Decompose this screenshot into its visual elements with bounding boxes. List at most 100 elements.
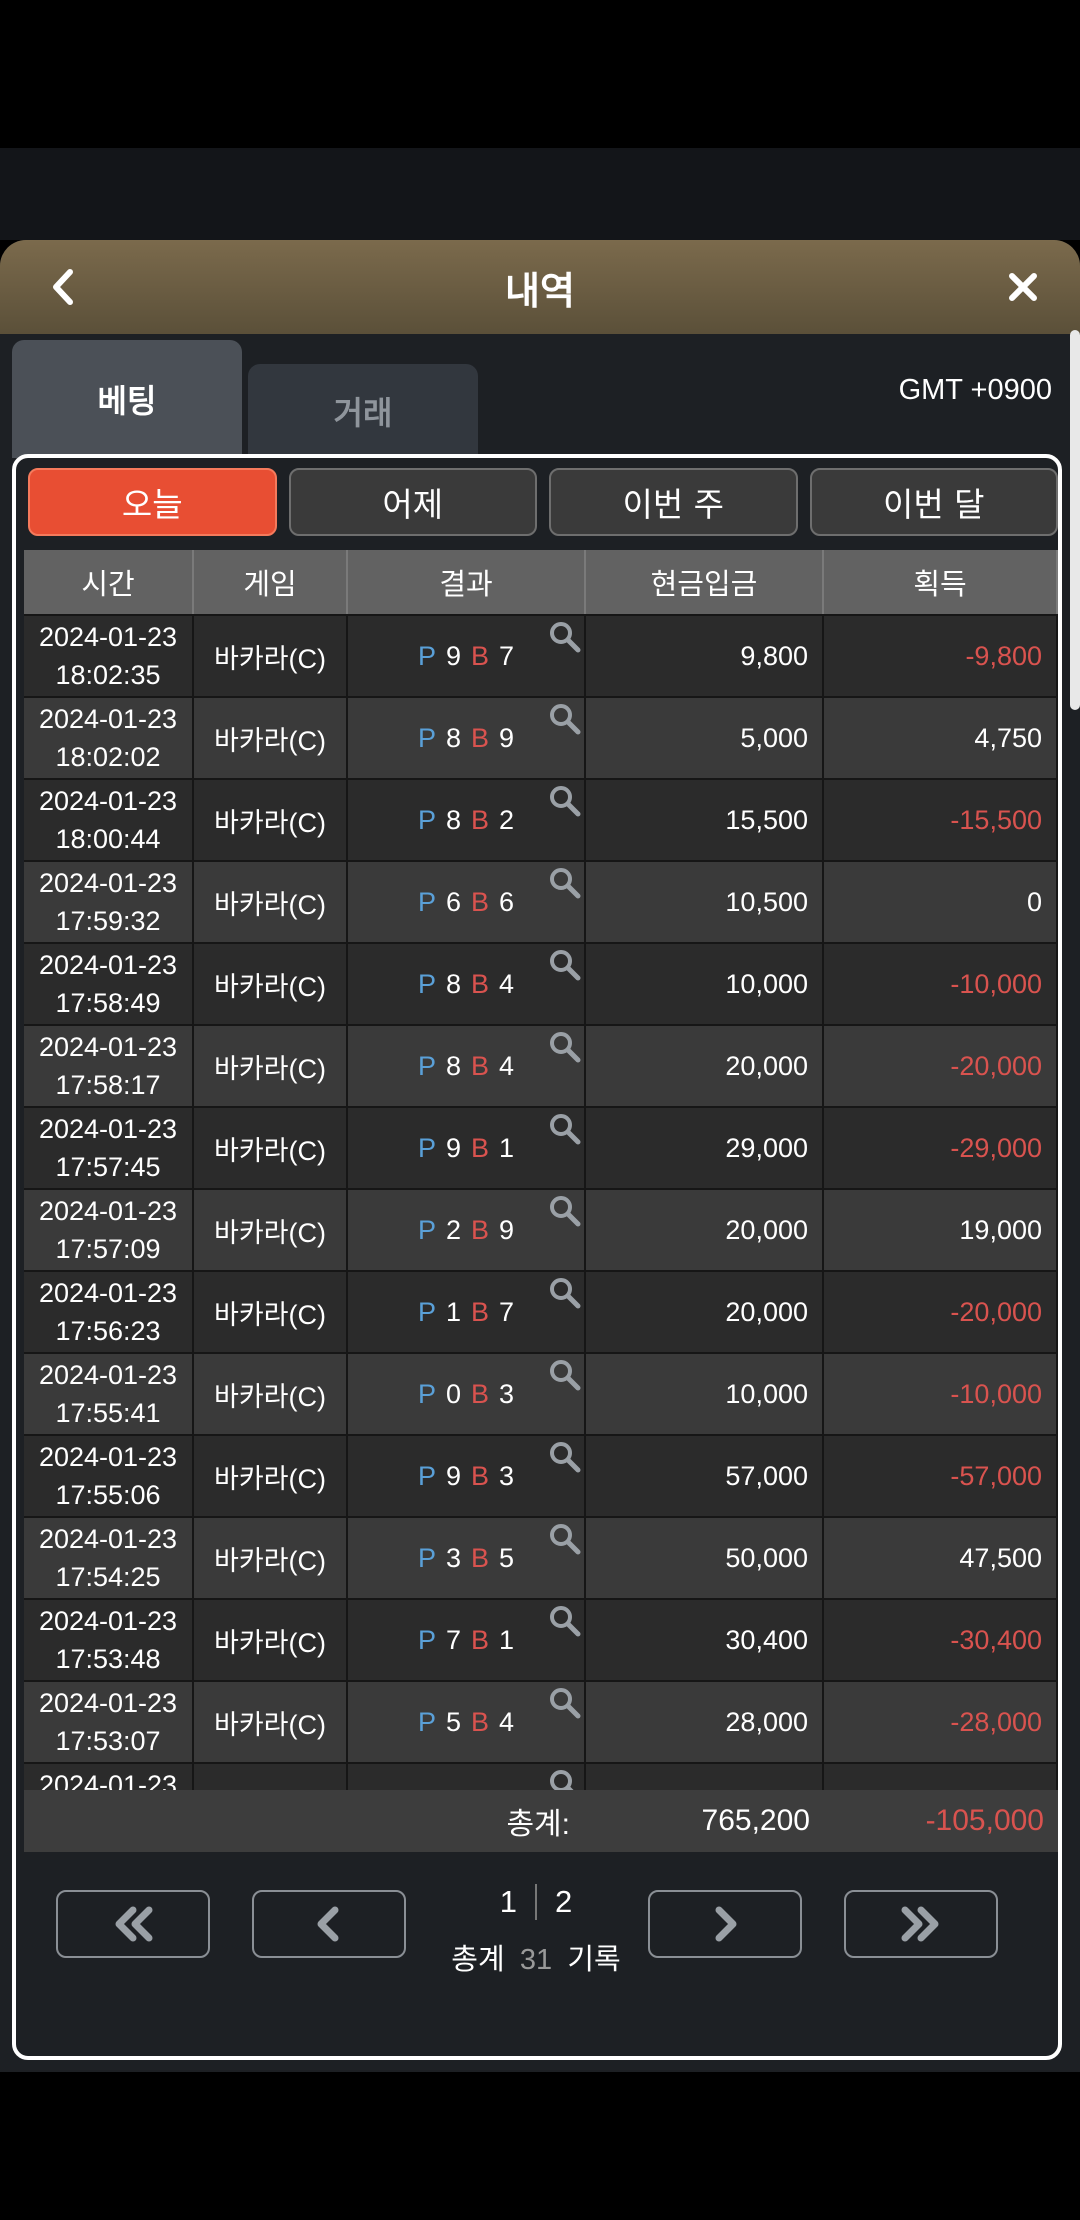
table-row[interactable]: 2024-01-23 17:56:23 바카라(C) P 1 B 7 20,000 -20,00… (24, 1270, 1058, 1352)
period-this-month-button[interactable]: 이번 달 (809, 468, 1058, 536)
cell-winnings: -57,000 (824, 1436, 1058, 1516)
banker-score: 4 (499, 1706, 515, 1737)
table-row[interactable]: 2024-01-23 17:53:07 바카라(C) P 5 B 4 28,000 -28,00… (24, 1680, 1058, 1762)
record-count-prefix: 총계 (451, 1942, 505, 1976)
player-score: 8 (445, 804, 461, 835)
search-icon[interactable] (548, 1440, 582, 1474)
close-button[interactable] (996, 260, 1050, 314)
cell-deposit: 10,500 (586, 862, 824, 942)
totals-deposit: 765,200 (701, 1804, 810, 1837)
table-row[interactable]: 2024-01-23 17:58:49 바카라(C) P 8 B 4 10,000 -10,00… (24, 942, 1058, 1024)
cell-clock: 17:56:23 (55, 1316, 161, 1346)
search-icon[interactable] (548, 1276, 582, 1310)
cell-clock: 17:54:25 (55, 1562, 161, 1592)
player-score: 9 (445, 1132, 461, 1163)
cell-winnings: 4,750 (824, 698, 1058, 778)
table-row[interactable]: 2024-01-23 17:53:48 바카라(C) P 7 B 1 30,400 -30,40… (24, 1598, 1058, 1680)
cell-time: 2024-01-23 17:58:17 (24, 1026, 194, 1106)
cell-deposit: 20,000 (586, 1272, 824, 1352)
table-row[interactable]: 2024-01-23 17:57:09 바카라(C) P 2 B 9 20,000 19,000 (24, 1188, 1058, 1270)
table-row[interactable]: 2024-01-23 17:58:17 바카라(C) P 8 B 4 20,000 -20,00… (24, 1024, 1058, 1106)
double-chevron-right-icon (901, 1906, 939, 1942)
cell-date: 2024-01-23 (38, 950, 178, 980)
search-icon[interactable] (548, 866, 582, 900)
cell-deposit: 29,000 (586, 1108, 824, 1188)
table-row[interactable]: 2024-01-23 17:57:45 바카라(C) P 9 B 1 29,000 -29,00… (24, 1106, 1058, 1188)
cell-time: 2024-01-23 17:53:07 (24, 1682, 194, 1762)
period-today-button[interactable]: 오늘 (28, 468, 277, 536)
cell-deposit: 5,000 (586, 698, 824, 778)
page-2-link[interactable]: 2 (555, 1884, 572, 1920)
cell-result: P8B2 (348, 780, 586, 860)
double-chevron-left-icon (115, 1906, 153, 1942)
search-icon[interactable] (548, 1604, 582, 1638)
cell-result: P0B3 (348, 1354, 586, 1434)
cell-clock: 18:00:44 (55, 824, 161, 854)
cell-clock: 17:57:09 (55, 1234, 161, 1264)
previous-page-button[interactable] (252, 1890, 406, 1958)
banker-score: 7 (499, 1296, 515, 1327)
cell-date: 2024-01-23 (38, 1114, 178, 1144)
table-row[interactable]: 2024-01-23 17:55:06 바카라(C) P 9 B 3 57,000 -57,00… (24, 1434, 1058, 1516)
cell-time: 2024-01-23 17:55:06 (24, 1436, 194, 1516)
cell-game: 바카라(C) (194, 862, 348, 942)
column-header-result: 결과 (348, 550, 586, 614)
first-page-button[interactable] (56, 1890, 210, 1958)
banker-score: 4 (499, 968, 515, 999)
table-row[interactable]: 2024-01-23 18:00:44 바카라(C) P 8 B 2 15,500 -15,50… (24, 778, 1058, 860)
cell-time: 2024-01-23 18:02:35 (24, 616, 194, 696)
chevron-right-icon (715, 1906, 737, 1942)
close-icon (1009, 273, 1037, 301)
search-icon[interactable] (548, 784, 582, 818)
cell-date: 2024-01-23 (38, 622, 178, 652)
search-icon[interactable] (548, 1112, 582, 1146)
cell-time: 2024-01-23 17:54:25 (24, 1518, 194, 1598)
search-icon[interactable] (548, 702, 582, 736)
search-icon[interactable] (548, 1522, 582, 1556)
table-row[interactable]: 2024-01-23 17:54:25 바카라(C) P 3 B 5 50,000 47,500 (24, 1516, 1058, 1598)
cell-time: 2024-01-23 17:55:41 (24, 1354, 194, 1434)
search-icon[interactable] (548, 1686, 582, 1720)
cell-winnings: -10,000 (824, 1354, 1058, 1434)
period-yesterday-button[interactable]: 어제 (288, 468, 537, 536)
search-icon[interactable] (548, 620, 582, 654)
page-1-link[interactable]: 1 (500, 1884, 517, 1920)
last-page-button[interactable] (844, 1890, 998, 1958)
cell-time: 2024-01-23 17:59:32 (24, 862, 194, 942)
cell-game: 바카라(C) (194, 1682, 348, 1762)
page-separator (535, 1884, 537, 1920)
table-body[interactable]: 2024-01-23 18:02:35 바카라(C) P 9 B 7 9,800 -9,800 2… (24, 614, 1058, 1842)
cell-game: 바카라(C) (194, 1190, 348, 1270)
banker-score: 9 (499, 722, 515, 753)
cell-result: P5B4 (348, 1682, 586, 1762)
player-label: P (417, 1706, 436, 1737)
totals-row: 총계: 765,200 -105,000 (24, 1790, 1058, 1852)
player-label: P (417, 1542, 436, 1573)
next-page-button[interactable] (648, 1890, 802, 1958)
tab-betting[interactable]: 베팅 (12, 340, 242, 458)
tab-transaction[interactable]: 거래 (248, 364, 478, 458)
banker-score: 1 (499, 1132, 515, 1163)
cell-winnings: -20,000 (824, 1026, 1058, 1106)
player-score: 1 (445, 1296, 461, 1327)
search-icon[interactable] (548, 948, 582, 982)
page-numbers: 1 2 (456, 1884, 616, 1920)
table-row[interactable]: 2024-01-23 17:55:41 바카라(C) P 0 B 3 10,000 -10,00… (24, 1352, 1058, 1434)
back-button[interactable] (40, 260, 90, 314)
cell-deposit: 10,000 (586, 944, 824, 1024)
search-icon[interactable] (548, 1030, 582, 1064)
cell-result: P7B1 (348, 1600, 586, 1680)
banker-label: B (471, 886, 490, 917)
cell-winnings: 19,000 (824, 1190, 1058, 1270)
player-score: 6 (445, 886, 461, 917)
banker-label: B (471, 804, 490, 835)
table-row[interactable]: 2024-01-23 18:02:35 바카라(C) P 9 B 7 9,800 -9,800 (24, 614, 1058, 696)
table-row[interactable]: 2024-01-23 18:02:02 바카라(C) P 8 B 9 5,000 4,750 (24, 696, 1058, 778)
period-this-week-button[interactable]: 이번 주 (549, 468, 798, 536)
table-row[interactable]: 2024-01-23 17:59:32 바카라(C) P 6 B 6 10,500 0 (24, 860, 1058, 942)
cell-clock: 17:58:49 (55, 988, 161, 1018)
cell-deposit: 20,000 (586, 1190, 824, 1270)
search-icon[interactable] (548, 1194, 582, 1228)
search-icon[interactable] (548, 1358, 582, 1392)
player-label: P (417, 1050, 436, 1081)
